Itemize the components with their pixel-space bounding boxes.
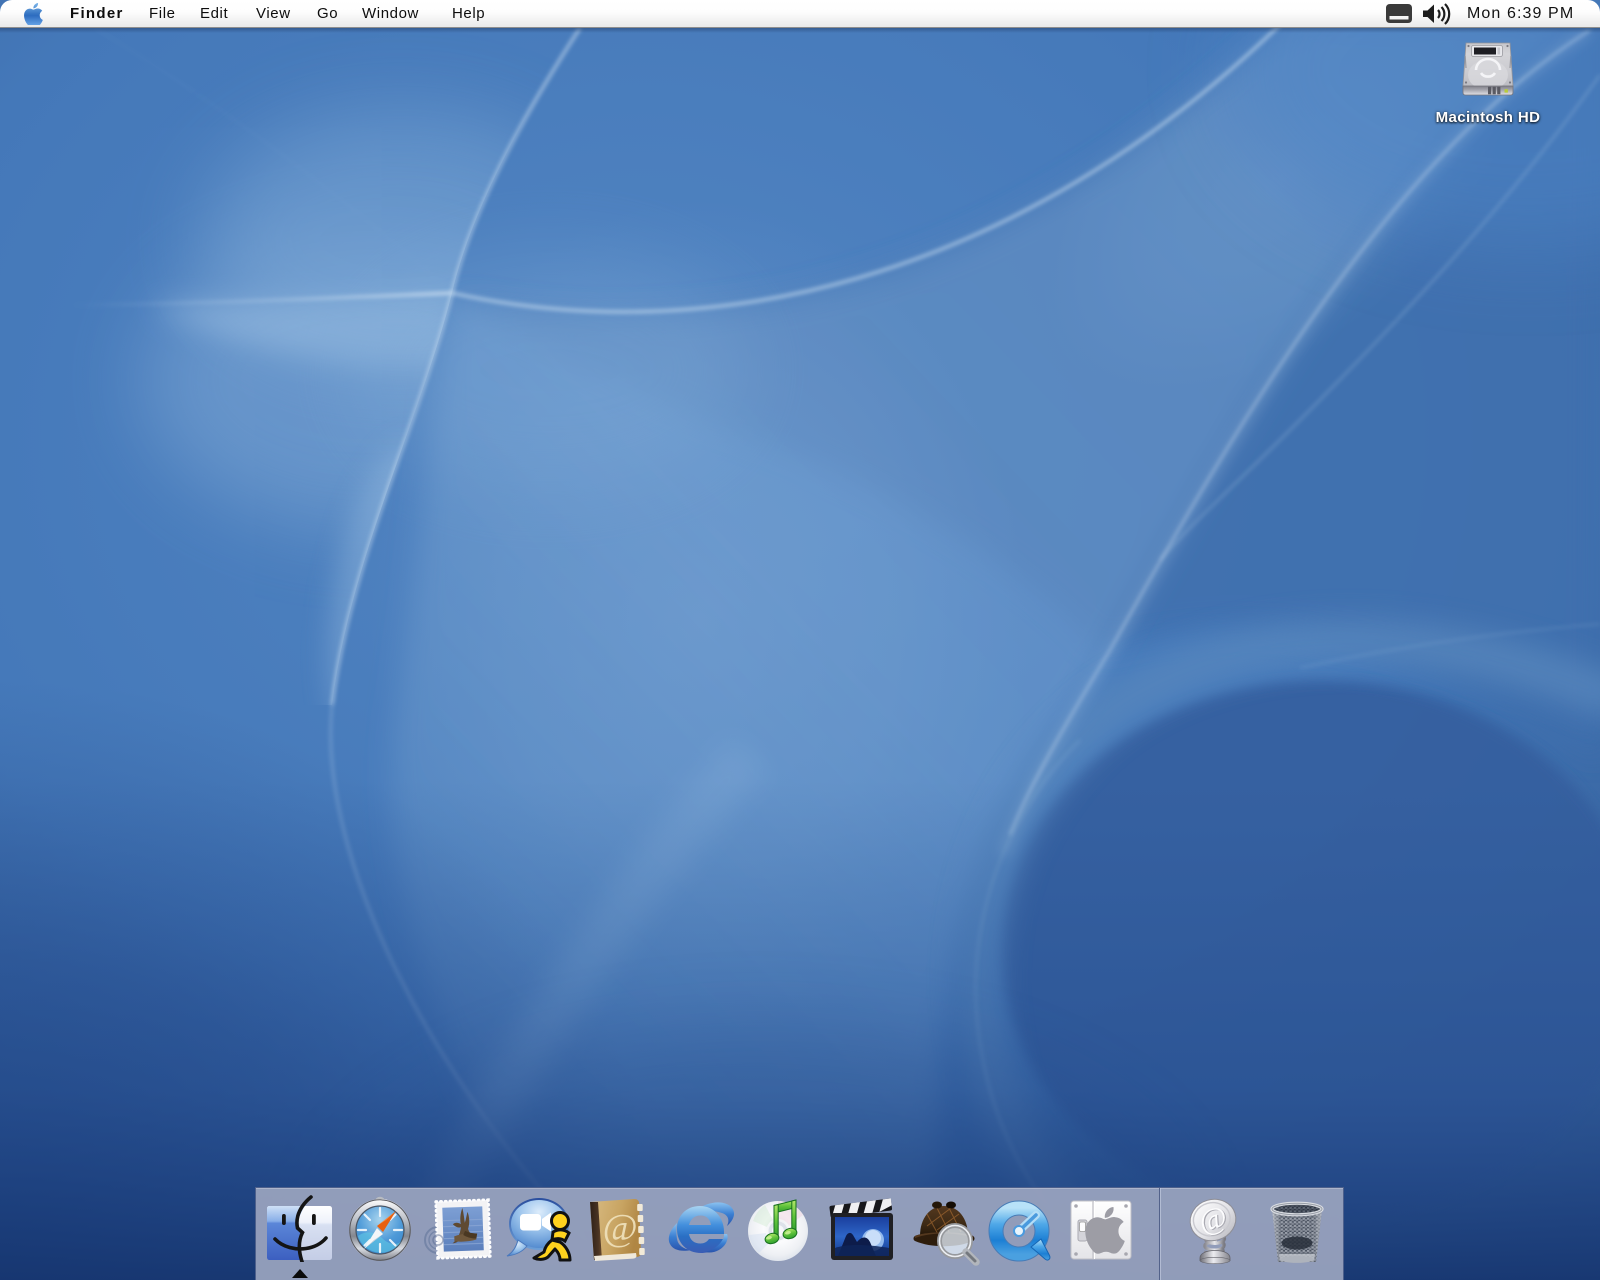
svg-text:@: @ xyxy=(603,1207,638,1249)
